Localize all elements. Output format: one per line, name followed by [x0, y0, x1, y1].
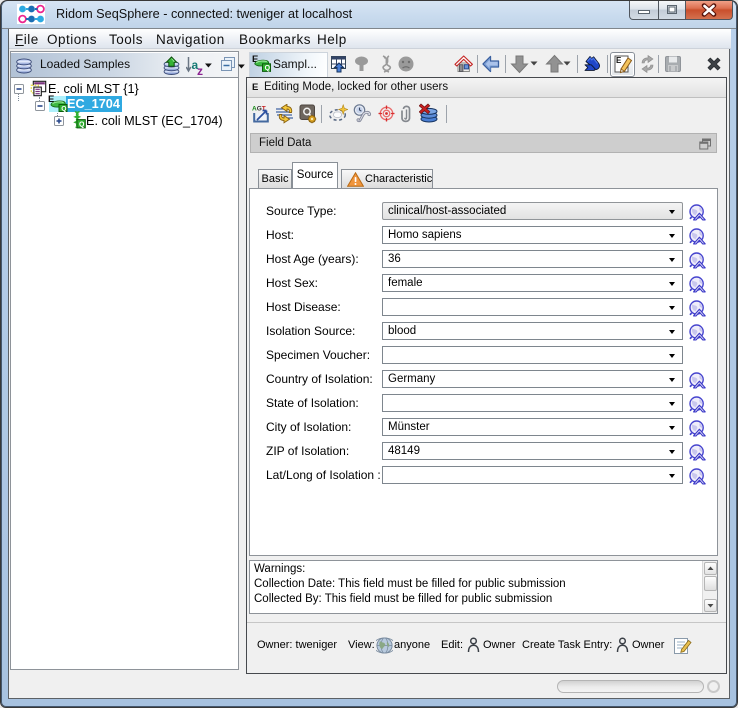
svg-text:AGT: AGT [252, 106, 266, 113]
svg-text:Q: Q [265, 65, 271, 72]
svg-text:E: E [616, 56, 622, 65]
svg-text:z: z [197, 64, 203, 75]
svg-text:Q: Q [61, 106, 66, 113]
svg-text:Q: Q [79, 122, 85, 129]
